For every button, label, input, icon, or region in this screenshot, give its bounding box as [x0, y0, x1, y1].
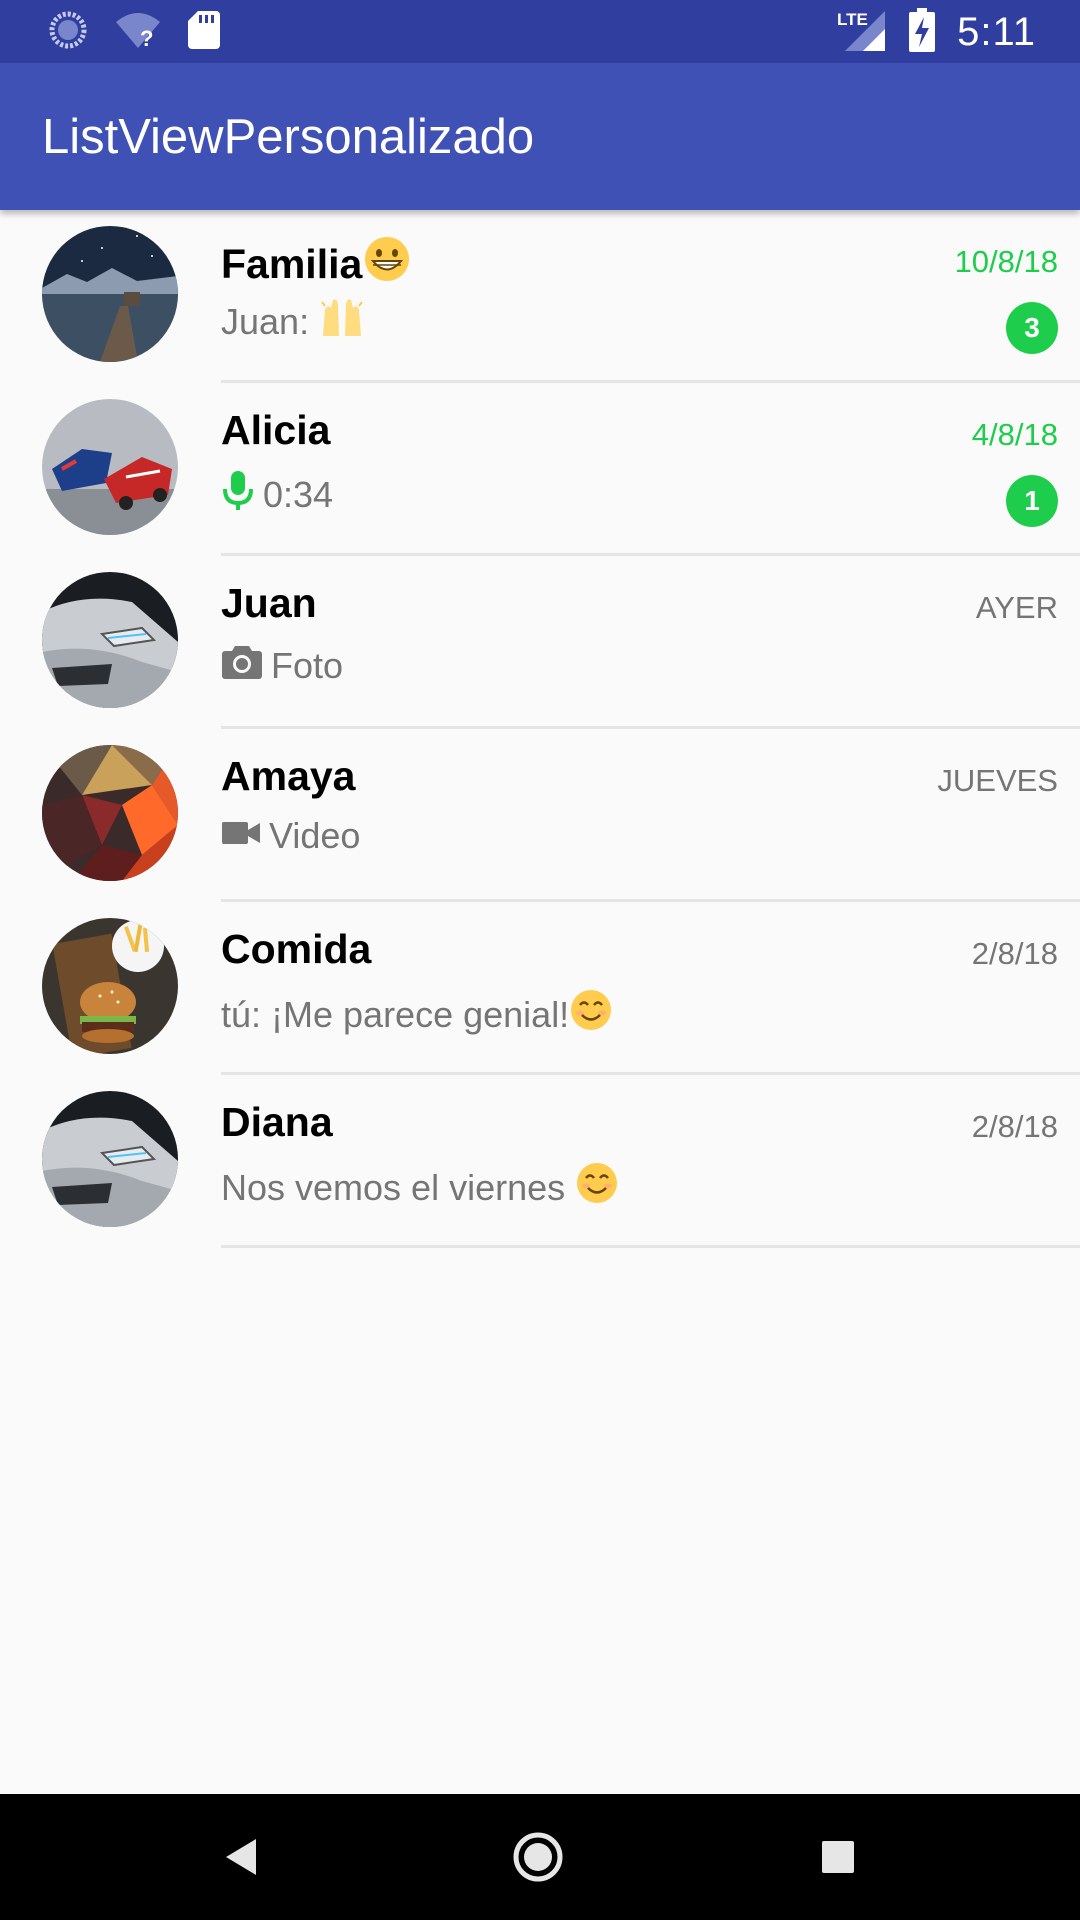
chat-time: 2/8/18	[971, 1109, 1058, 1144]
chat-preview: Juan:	[221, 296, 365, 347]
sync-icon	[48, 10, 88, 54]
status-bar: ? LTE 5:11	[0, 0, 1080, 63]
chat-name: Amaya	[221, 753, 356, 799]
svg-text:?: ?	[140, 26, 153, 50]
navigation-bar	[0, 1794, 1080, 1920]
chat-row-diana[interactable]: Diana 2/8/18 Nos vemos el viernes	[0, 1075, 1080, 1248]
chat-row-juan[interactable]: Juan AYER Foto	[0, 556, 1080, 729]
videocam-icon	[221, 815, 261, 857]
divider	[221, 1245, 1080, 1248]
microphone-icon	[221, 469, 255, 520]
chat-time: JUEVES	[937, 763, 1058, 798]
chat-preview: Nos vemos el viernes	[221, 1161, 619, 1214]
chat-row-comida[interactable]: Comida 2/8/18 tú: ¡Me parece genial!	[0, 902, 1080, 1075]
chat-time: AYER	[975, 590, 1058, 625]
chat-row-familia[interactable]: Familia 10/8/18 Juan: 3	[0, 210, 1080, 383]
recents-icon[interactable]	[808, 1827, 868, 1887]
grinning-face-icon	[362, 234, 412, 294]
battery-charging-icon	[909, 8, 936, 56]
raising-hands-icon	[319, 296, 365, 347]
chat-name: Diana	[221, 1099, 333, 1145]
sd-card-icon	[188, 11, 220, 53]
status-time: 5:11	[957, 9, 1036, 54]
chat-row-amaya[interactable]: Amaya JUEVES Video	[0, 729, 1080, 902]
chat-time: 4/8/18	[971, 417, 1058, 452]
unread-badge: 1	[1006, 475, 1058, 527]
smiling-face-icon	[569, 988, 613, 1041]
smiling-face-icon	[575, 1161, 619, 1214]
home-icon[interactable]	[508, 1827, 568, 1887]
chat-row-alicia[interactable]: Alicia 4/8/18 0:34 1	[0, 383, 1080, 556]
low-poly-avatar	[42, 745, 178, 881]
burger-fries-avatar	[42, 918, 178, 1054]
unread-badge: 3	[1006, 302, 1058, 354]
wifi-question-icon: ?	[114, 10, 162, 54]
chat-name: Alicia	[221, 407, 331, 453]
chat-preview: tú: ¡Me parece genial!	[221, 988, 613, 1041]
chat-preview: Video	[221, 815, 360, 857]
chat-time: 10/8/18	[954, 244, 1058, 279]
lte-signal-icon: LTE	[837, 7, 887, 57]
app-title: ListViewPersonalizado	[42, 110, 535, 164]
chat-preview: Foto	[221, 642, 343, 689]
chat-preview: 0:34	[221, 469, 333, 520]
chat-name: Familia	[221, 234, 412, 294]
camera-icon	[221, 642, 263, 689]
chat-list: Familia 10/8/18 Juan: 3 Alicia 4/8/18 0:…	[0, 210, 1080, 1248]
chat-time: 2/8/18	[971, 936, 1058, 971]
white-car-avatar	[42, 1091, 178, 1227]
app-bar: ListViewPersonalizado	[0, 63, 1080, 210]
chat-name: Juan	[221, 580, 317, 626]
race-cars-avatar	[42, 399, 178, 535]
chat-name: Comida	[221, 926, 372, 972]
white-car-avatar	[42, 572, 178, 708]
lake-pier-avatar	[42, 226, 178, 362]
svg-text:LTE: LTE	[837, 10, 868, 29]
back-icon[interactable]	[210, 1827, 270, 1887]
